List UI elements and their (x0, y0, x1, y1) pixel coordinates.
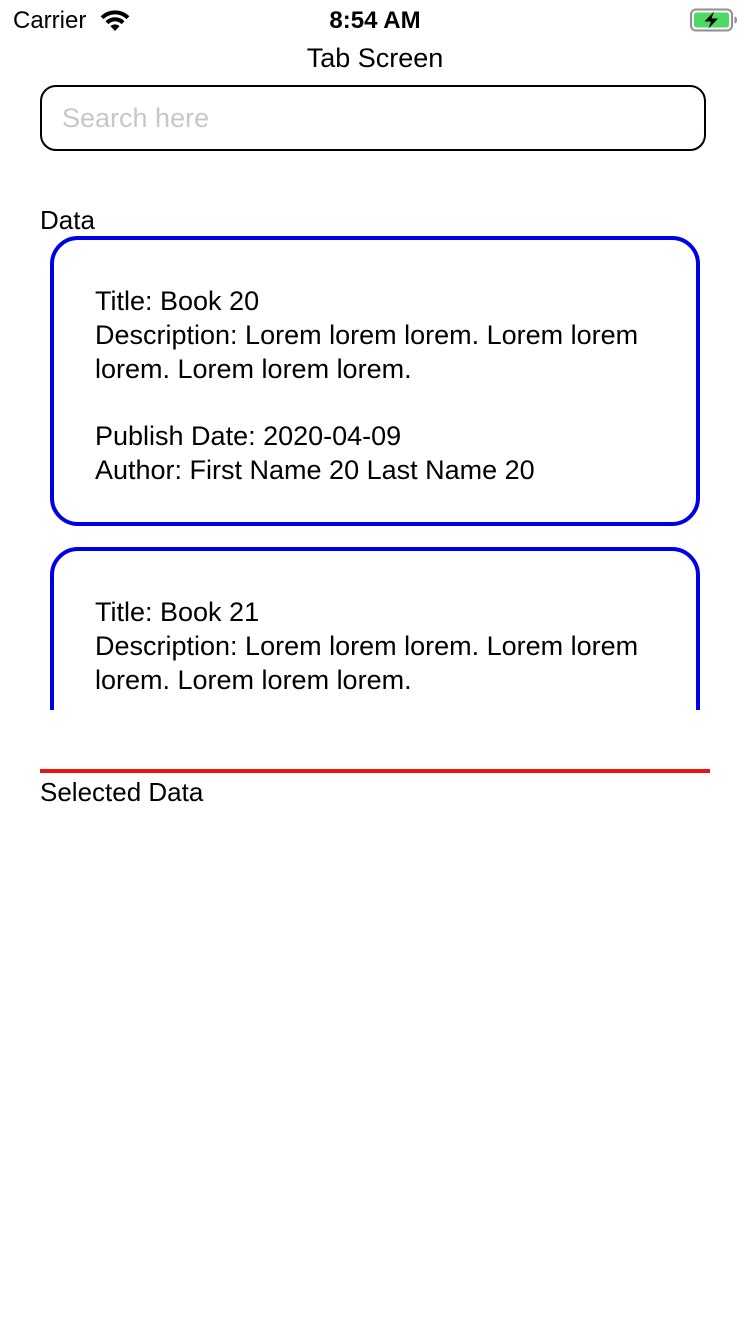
book-description: Description: Lorem lorem lorem. Lorem lo… (95, 631, 646, 695)
book-card[interactable]: Title: Book 20 Description: Lorem lorem … (50, 236, 700, 526)
section-divider (40, 769, 710, 773)
battery-charging-icon (690, 8, 737, 32)
search-input[interactable] (62, 87, 682, 149)
book-publish-date: Publish Date: 2020-04-09 (95, 421, 402, 451)
book-author: Author: First Name 20 Last Name 20 (95, 455, 535, 485)
data-section-label: Data (40, 205, 95, 235)
selected-data-label: Selected Data (40, 777, 204, 807)
screen-title: Tab Screen (306, 43, 444, 73)
card-spacer (95, 386, 656, 419)
status-bar: Carrier 8:54 AM (0, 0, 750, 40)
search-box[interactable] (40, 85, 706, 151)
clock-time: 8:54 AM (329, 7, 421, 34)
book-description: Description: Lorem lorem lorem. Lorem lo… (95, 320, 646, 384)
book-card[interactable]: Title: Book 21 Description: Lorem lorem … (50, 547, 700, 710)
book-title: Title: Book 20 (95, 286, 260, 316)
book-title: Title: Book 21 (95, 597, 260, 627)
book-list[interactable]: Title: Book 20 Description: Lorem lorem … (40, 236, 710, 710)
tab-screen: Carrier 8:54 AM Tab Screen Data Title: B… (0, 0, 750, 1334)
